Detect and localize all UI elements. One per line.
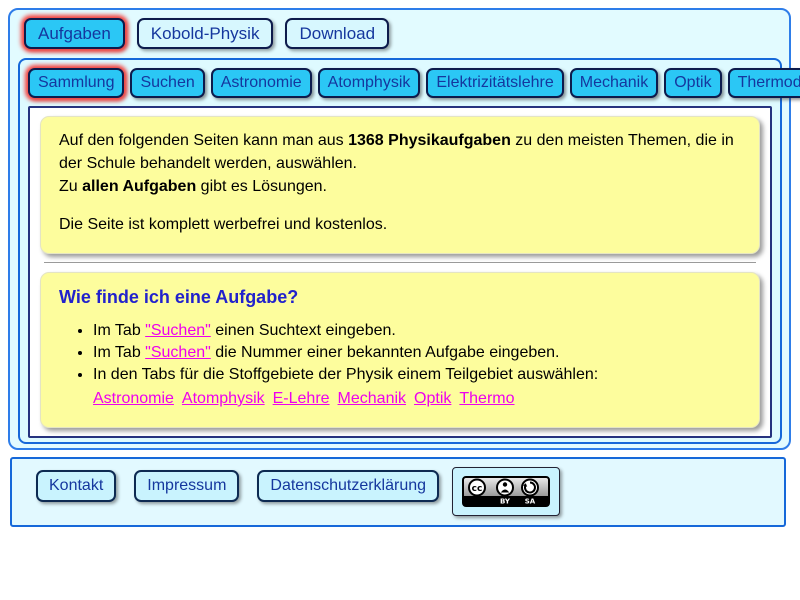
howto-item-suchtext: Im Tab "Suchen" einen Suchtext eingeben. [93, 320, 741, 342]
howto-item-nummer: Im Tab "Suchen" die Nummer einer bekannt… [93, 342, 741, 364]
howto2-post: die Nummer einer bekannten Aufgabe einge… [211, 344, 560, 361]
intro-paragraph-2: Zu allen Aufgaben gibt es Lösungen. [59, 175, 741, 198]
cc-by-sa-badge: cc BY SA [462, 476, 550, 507]
aufgaben-count: 1368 Physikaufgaben [348, 132, 511, 149]
howto2-pre: Im Tab [93, 344, 145, 361]
svg-text:cc: cc [472, 484, 483, 494]
subtab-atomphysik[interactable]: Atomphysik [318, 68, 421, 98]
subtab-sammlung[interactable]: Sammlung [28, 68, 124, 98]
howto-item-stoffgebiete: In den Tabs für die Stoffgebiete der Phy… [93, 364, 741, 410]
by-label: BY [500, 498, 511, 506]
tab-aufgaben[interactable]: Aufgaben [24, 18, 125, 49]
impressum-button[interactable]: Impressum [134, 470, 239, 502]
cc-icon: cc [469, 480, 485, 496]
intro-p1-text: Auf den folgenden Seiten kann man aus [59, 132, 348, 149]
subtab-elektrizitaetslehre[interactable]: Elektrizitätslehre [426, 68, 563, 98]
subtab-thermodynamik[interactable]: Thermodynamik [728, 68, 800, 98]
kontakt-button[interactable]: Kontakt [36, 470, 116, 502]
topic-link-atomphysik[interactable]: Atomphysik [182, 390, 265, 407]
howto-heading: Wie finde ich eine Aufgabe? [59, 287, 741, 308]
aufgaben-section: Sammlung Suchen Astronomie Atomphysik El… [18, 58, 782, 444]
intro-p2-text: Zu [59, 178, 82, 195]
cc-by-sa-license-button[interactable]: cc BY SA [452, 467, 560, 516]
by-person-icon [497, 480, 513, 496]
subtab-mechanik[interactable]: Mechanik [570, 68, 658, 98]
sub-nav: Sammlung Suchen Astronomie Atomphysik El… [20, 60, 780, 98]
panel-divider [44, 262, 756, 264]
topic-link-thermo[interactable]: Thermo [459, 390, 514, 407]
howto3-text: In den Tabs für die Stoffgebiete der Phy… [93, 366, 598, 383]
intro-p2-bold: allen Aufgaben [82, 178, 196, 195]
howto1-post: einen Suchtext eingeben. [211, 322, 396, 339]
howto-list: Im Tab "Suchen" einen Suchtext eingeben.… [59, 320, 741, 410]
tab-download[interactable]: Download [285, 18, 389, 49]
footer-bar: Kontakt Impressum Datenschutzerklärung c… [10, 457, 786, 527]
sa-label: SA [525, 498, 536, 506]
topic-link-astronomie[interactable]: Astronomie [93, 390, 174, 407]
suchen-link-1[interactable]: "Suchen" [145, 322, 211, 339]
sa-arrow-icon [522, 480, 538, 496]
datenschutz-button[interactable]: Datenschutzerklärung [257, 470, 439, 502]
intro-note-box: Auf den folgenden Seiten kann man aus 13… [40, 116, 760, 254]
intro-paragraph-3: Die Seite ist komplett werbefrei und kos… [59, 213, 741, 236]
content-panel: Auf den folgenden Seiten kann man aus 13… [28, 106, 772, 438]
topic-link-optik[interactable]: Optik [414, 390, 451, 407]
intro-p2-rest: gibt es Lösungen. [196, 178, 327, 195]
subtab-astronomie[interactable]: Astronomie [211, 68, 312, 98]
intro-paragraph-1: Auf den folgenden Seiten kann man aus 13… [59, 129, 741, 175]
subtab-optik[interactable]: Optik [664, 68, 721, 98]
top-nav: Aufgaben Kobold-Physik Download [10, 10, 789, 49]
suchen-link-2[interactable]: "Suchen" [145, 344, 211, 361]
howto-note-box: Wie finde ich eine Aufgabe? Im Tab "Such… [40, 272, 760, 428]
tab-kobold-physik[interactable]: Kobold-Physik [137, 18, 274, 49]
howto1-pre: Im Tab [93, 322, 145, 339]
main-container: Aufgaben Kobold-Physik Download Sammlung… [8, 8, 791, 450]
topic-link-e-lehre[interactable]: E-Lehre [273, 390, 330, 407]
topic-links: Astronomie Atomphysik E-Lehre Mechanik Optik… [93, 388, 741, 410]
subtab-suchen[interactable]: Suchen [130, 68, 204, 98]
topic-link-mechanik[interactable]: Mechanik [338, 390, 406, 407]
